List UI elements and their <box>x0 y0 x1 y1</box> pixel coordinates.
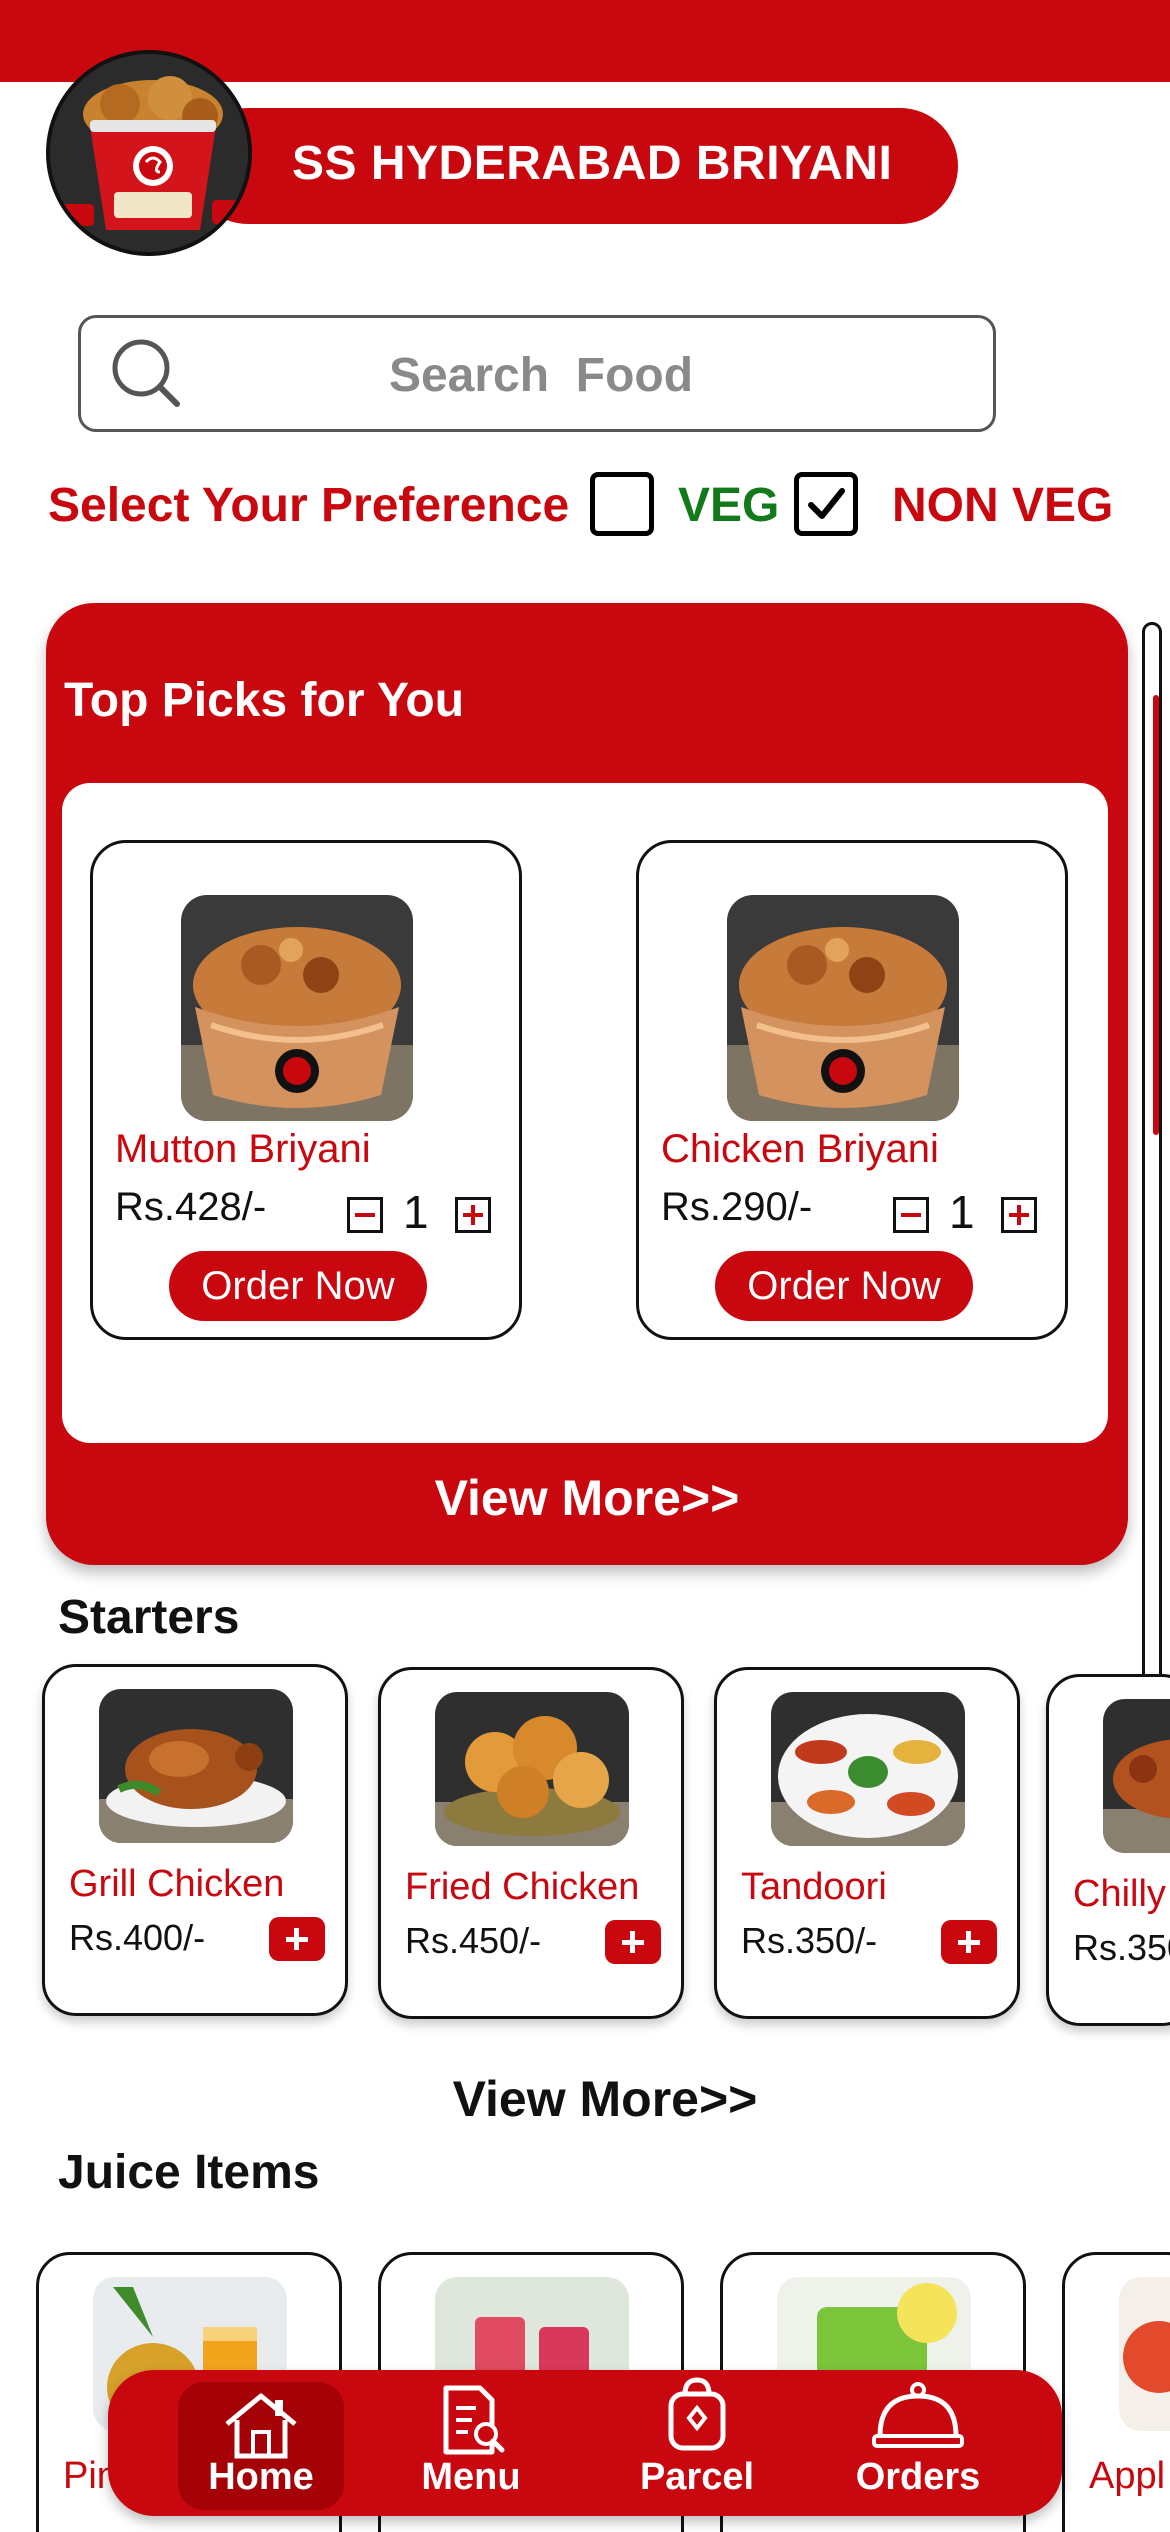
nav-label: Home <box>208 2456 314 2498</box>
add-to-cart-button[interactable] <box>941 1920 997 1964</box>
increase-qty-button[interactable] <box>455 1197 491 1233</box>
pick-name: Mutton Briyani <box>115 1127 371 1171</box>
veg-checkbox[interactable] <box>590 472 654 536</box>
increase-qty-button[interactable] <box>1001 1197 1037 1233</box>
top-picks-title: Top Picks for You <box>64 674 465 727</box>
juice-name: Appl <box>1089 2455 1166 2497</box>
nav-menu[interactable]: Menu <box>388 2370 554 2516</box>
starter-card-grill-chicken[interactable]: Grill Chicken Rs.400/- <box>42 1664 348 2016</box>
nav-label: Parcel <box>639 2456 755 2498</box>
preference-label: Select Your Preference <box>48 479 570 532</box>
decrease-qty-button[interactable] <box>893 1197 929 1233</box>
veg-label: VEG <box>678 479 780 532</box>
nav-home[interactable]: Home <box>178 2382 344 2510</box>
starter-price: Rs.450/- <box>405 1920 542 1961</box>
starter-card-tandoori[interactable]: Tandoori Rs.350/- <box>714 1667 1020 2019</box>
checkmark-icon <box>808 488 845 519</box>
juice-items-title: Juice Items <box>58 2146 320 2199</box>
starter-name: Fried Chicken <box>405 1866 640 1908</box>
qty-value: 1 <box>403 1186 429 1238</box>
apple-juice-image <box>1119 2277 1170 2431</box>
add-to-cart-button[interactable] <box>605 1920 661 1964</box>
chilly-image <box>1103 1699 1170 1853</box>
grill-chicken-image <box>99 1689 293 1843</box>
starter-price: Rs.350 <box>1073 1927 1170 1968</box>
search-bar[interactable] <box>78 315 996 432</box>
chicken-briyani-image <box>727 895 959 1121</box>
tandoori-image <box>771 1692 965 1846</box>
brand-logo <box>46 50 252 256</box>
bottom-navigation: Home Menu Parcel Orders <box>108 2370 1062 2516</box>
pick-price: Rs.290/- <box>661 1185 813 1229</box>
fried-chicken-image <box>435 1692 629 1846</box>
starter-price: Rs.350/- <box>741 1920 878 1961</box>
starter-card-fried-chicken[interactable]: Fried Chicken Rs.450/- <box>378 1667 684 2019</box>
nav-label: Menu <box>421 2456 521 2498</box>
starters-view-more-link[interactable]: View More>> <box>0 2070 1170 2128</box>
scrollbar[interactable] <box>1142 622 1162 1702</box>
decrease-qty-button[interactable] <box>347 1197 383 1233</box>
nav-parcel[interactable]: Parcel <box>614 2370 780 2516</box>
starter-name: Chilly <box>1073 1873 1166 1915</box>
home-icon <box>225 2393 297 2459</box>
pick-card-mutton-briyani[interactable]: Mutton Briyani Rs.428/- 1 Order Now <box>90 840 522 1340</box>
pick-price: Rs.428/- <box>115 1185 267 1229</box>
preference-row: Select Your Preference VEG NON VEG <box>48 470 1158 540</box>
starter-name: Grill Chicken <box>69 1863 285 1905</box>
top-picks-view-more-link[interactable]: View More>> <box>46 1469 1128 1527</box>
starter-price: Rs.400/- <box>69 1917 206 1958</box>
order-now-button[interactable]: Order Now <box>715 1251 973 1321</box>
starters-title: Starters <box>58 1591 240 1644</box>
cloche-icon <box>872 2382 964 2448</box>
search-input[interactable] <box>201 336 881 414</box>
mutton-briyani-image <box>181 895 413 1121</box>
starter-card-chilly[interactable]: Chilly Rs.350 <box>1046 1674 1170 2026</box>
brand-title: SS HYDERABAD BRIYANI <box>292 137 893 190</box>
nav-label: Orders <box>855 2456 981 2498</box>
pick-card-chicken-briyani[interactable]: Chicken Briyani Rs.290/- 1 Order Now <box>636 840 1068 1340</box>
juice-card[interactable]: Appl <box>1062 2252 1170 2532</box>
starter-name: Tandoori <box>741 1866 887 1908</box>
search-icon <box>112 339 180 407</box>
order-now-button[interactable]: Order Now <box>169 1251 427 1321</box>
add-to-cart-button[interactable] <box>269 1917 325 1961</box>
scrollbar-thumb[interactable] <box>1153 695 1159 1135</box>
non-veg-label: NON VEG <box>892 479 1114 532</box>
parcel-bag-icon <box>668 2377 726 2451</box>
pick-name: Chicken Briyani <box>661 1127 939 1171</box>
non-veg-checkbox[interactable] <box>794 472 858 536</box>
nav-orders[interactable]: Orders <box>828 2370 1008 2516</box>
menu-search-icon <box>443 2385 505 2455</box>
qty-value: 1 <box>949 1186 975 1238</box>
